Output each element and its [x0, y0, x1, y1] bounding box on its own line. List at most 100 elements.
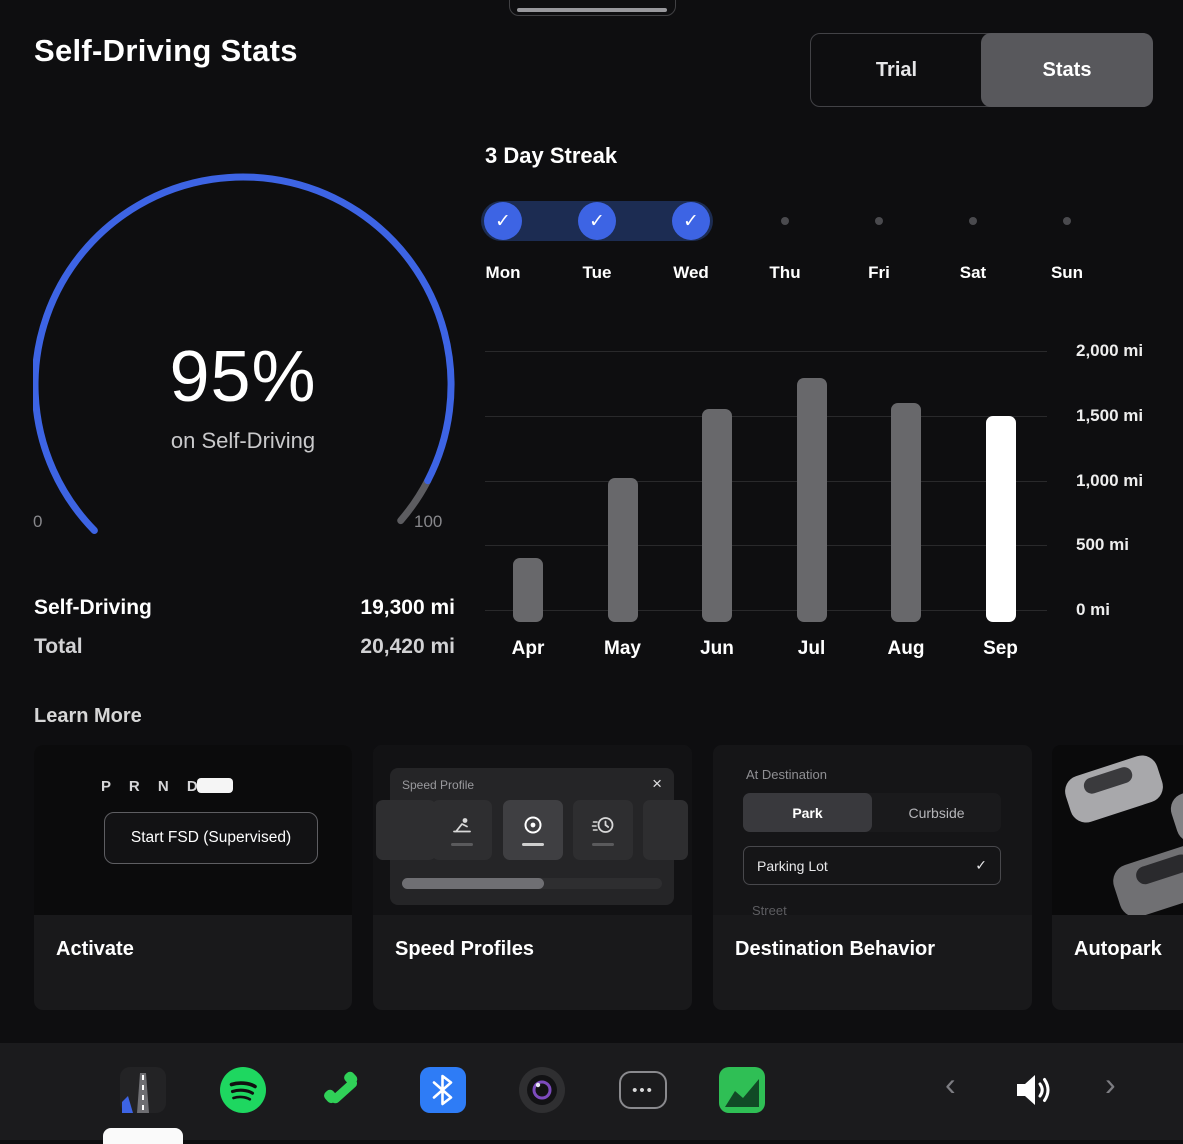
segment-curbside: Curbside [872, 793, 1001, 832]
card-autopark[interactable]: Autopark [1052, 745, 1183, 1010]
streak-day-label: Sun [1032, 263, 1102, 283]
mileage-label: Total [34, 635, 83, 659]
streak-day-label: Fri [844, 263, 914, 283]
streak-day-label: Mon [468, 263, 538, 283]
check-icon: ✓ [975, 857, 987, 874]
learn-more-title: Learn More [34, 705, 142, 728]
chart-ylabels: 2,000 mi1,500 mi1,000 mi500 mi0 mi [1076, 340, 1176, 630]
chart-gridline [485, 545, 1047, 546]
chart-ytick-label: 2,000 mi [1076, 341, 1143, 361]
chart-month-label: May [583, 638, 663, 660]
dropdown-value: Parking Lot [757, 858, 828, 874]
parked-cars-image [1052, 745, 1183, 915]
bottom-indicator-pill [103, 1128, 183, 1144]
view-toggle: Trial Stats [810, 33, 1152, 107]
speed-tile-hurry [573, 800, 633, 860]
streak-dot [1063, 217, 1071, 225]
navigation-icon[interactable] [120, 1067, 166, 1113]
streak-title: 3 Day Streak [485, 143, 617, 169]
mileage-row-self-driving: Self-Driving 19,300 mi [34, 596, 455, 620]
speed-tile-bar [451, 843, 473, 846]
streak-days: ✓Mon✓Tue✓WedThuFriSatSun [484, 200, 1124, 290]
segment-park: Park [743, 793, 872, 832]
at-destination-label: At Destination [746, 767, 827, 782]
streak-day-label: Tue [562, 263, 632, 283]
chart-bar-may [608, 478, 638, 622]
streak-dot [781, 217, 789, 225]
page-title: Self-Driving Stats [34, 33, 298, 69]
chart-month-label: Apr [488, 638, 568, 660]
chart-bar-apr [513, 558, 543, 622]
bar-chart-plot: Apr May Jun Jul Aug Sep [485, 340, 1047, 680]
card-label: Destination Behavior [735, 938, 935, 961]
streak-day-label: Wed [656, 263, 726, 283]
toggle-stats[interactable]: Stats [981, 33, 1153, 107]
streak-check-icon: ✓ [672, 202, 710, 240]
card-label: Activate [56, 938, 134, 961]
media-prev-icon[interactable]: ‹ [945, 1068, 956, 1100]
phone-icon[interactable] [320, 1067, 366, 1113]
gauge-percent: 95% [63, 336, 423, 418]
card-label: Autopark [1074, 938, 1162, 961]
chart-month-label: Sep [961, 638, 1041, 660]
mileage-stats: Self-Driving 19,300 mi Total 20,420 mi [34, 596, 455, 674]
standard-icon [521, 814, 545, 838]
bluetooth-icon[interactable] [420, 1067, 466, 1113]
speed-slider-fill [402, 878, 544, 889]
charts-app-icon[interactable] [719, 1067, 765, 1113]
card-destination-behavior[interactable]: At Destination Park Curbside Parking Lot… [713, 745, 1032, 1010]
street-option-label: Street [752, 903, 787, 915]
card-destination-thumb: At Destination Park Curbside Parking Lot… [713, 745, 1032, 915]
card-speed-profiles[interactable]: Speed Profile × [373, 745, 692, 1010]
chart-ytick-label: 500 mi [1076, 535, 1129, 555]
streak-day-label: Thu [750, 263, 820, 283]
chart-month-label: Jul [772, 638, 852, 660]
speed-tile-bar [592, 843, 614, 846]
gauge-min-label: 0 [33, 512, 42, 532]
chart-bar-aug [891, 403, 921, 622]
card-activate-thumb: P R N D Start FSD (Supervised) [34, 745, 352, 915]
chart-month-label: Aug [866, 638, 946, 660]
speed-slider-track [402, 878, 662, 889]
chart-gridline [485, 610, 1047, 611]
destination-segmented-control: Park Curbside [743, 793, 1001, 832]
spotify-icon[interactable] [220, 1067, 266, 1113]
parking-dropdown: Parking Lot ✓ [743, 846, 1001, 885]
chill-icon [450, 814, 474, 838]
battery-icon [197, 778, 233, 793]
chart-ytick-label: 1,500 mi [1076, 406, 1143, 426]
chart-ytick-label: 0 mi [1076, 600, 1110, 620]
card-speed-thumb: Speed Profile × [373, 745, 692, 915]
card-autopark-thumb [1052, 745, 1183, 915]
dashcam-icon[interactable] [519, 1067, 565, 1113]
dock: ••• ‹ › [0, 1043, 1183, 1140]
streak-day-label: Sat [938, 263, 1008, 283]
streak-dot [875, 217, 883, 225]
chart-bar-sep [986, 416, 1016, 622]
mileage-value: 19,300 mi [360, 596, 455, 620]
speed-tile-bar [522, 843, 544, 846]
gauge-sublabel: on Self-Driving [63, 428, 423, 454]
card-activate[interactable]: P R N D Start FSD (Supervised) Activate [34, 745, 352, 1010]
more-apps-icon[interactable]: ••• [619, 1071, 667, 1109]
streak-dot [969, 217, 977, 225]
close-icon: × [652, 774, 662, 794]
gear-selector: P R N D [101, 778, 205, 795]
volume-icon[interactable] [1011, 1070, 1057, 1116]
drag-handle-bar[interactable] [517, 8, 667, 12]
chart-month-label: Jun [677, 638, 757, 660]
chart-bar-jun [702, 409, 732, 622]
card-label: Speed Profiles [395, 938, 534, 961]
speed-tile-standard [503, 800, 563, 860]
speed-tile-chill [432, 800, 492, 860]
media-next-icon[interactable]: › [1105, 1068, 1116, 1100]
speed-panel-title: Speed Profile [402, 778, 474, 792]
speed-profile-panel: Speed Profile × [390, 768, 674, 905]
toggle-trial[interactable]: Trial [811, 34, 982, 106]
streak-check-icon: ✓ [484, 202, 522, 240]
gauge-max-label: 100 [414, 512, 442, 532]
chart-bar-jul [797, 378, 827, 622]
chart-gridline [485, 481, 1047, 482]
speed-tile-partial-right [643, 800, 688, 860]
chart-gridline [485, 416, 1047, 417]
